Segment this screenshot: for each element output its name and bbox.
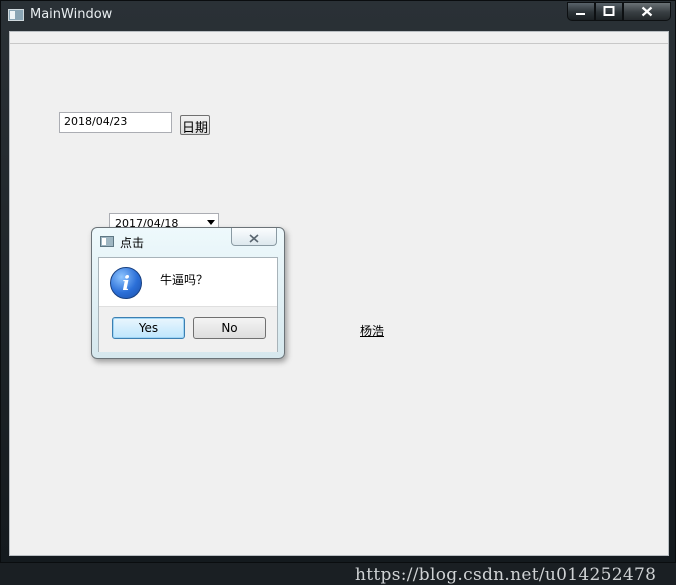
window-icon <box>8 9 24 21</box>
date-button[interactable]: 日期 <box>180 115 210 136</box>
close-icon <box>249 234 259 243</box>
no-button[interactable]: No <box>193 317 266 339</box>
dialog-button-row: Yes No <box>99 306 277 352</box>
yes-button[interactable]: Yes <box>112 317 185 339</box>
minimize-button[interactable] <box>567 2 595 21</box>
message-dialog: 点击 i 牛逼吗？ Yes No <box>91 227 285 359</box>
dropdown-arrow-icon[interactable] <box>207 220 215 225</box>
dialog-title: 点击 <box>120 236 145 250</box>
maximize-icon <box>603 6 615 16</box>
information-icon: i <box>110 267 142 299</box>
close-icon <box>641 6 653 17</box>
name-link-label[interactable]: 杨浩 <box>360 322 384 339</box>
maximize-button[interactable] <box>595 2 623 21</box>
menu-bar[interactable] <box>10 32 668 44</box>
window-title: MainWindow <box>30 7 113 22</box>
dialog-window-icon <box>100 236 114 247</box>
watermark-text: https://blog.csdn.net/u014252478 <box>355 565 657 585</box>
minimize-icon <box>576 13 585 15</box>
dialog-body: i 牛逼吗？ Yes No <box>98 257 278 352</box>
close-button[interactable] <box>623 2 671 21</box>
dialog-close-button[interactable] <box>231 228 277 246</box>
dialog-message: 牛逼吗？ <box>160 273 209 287</box>
date-edit-field[interactable]: 2018/04/23 <box>59 112 172 133</box>
title-bar[interactable]: MainWindow <box>1 1 676 31</box>
